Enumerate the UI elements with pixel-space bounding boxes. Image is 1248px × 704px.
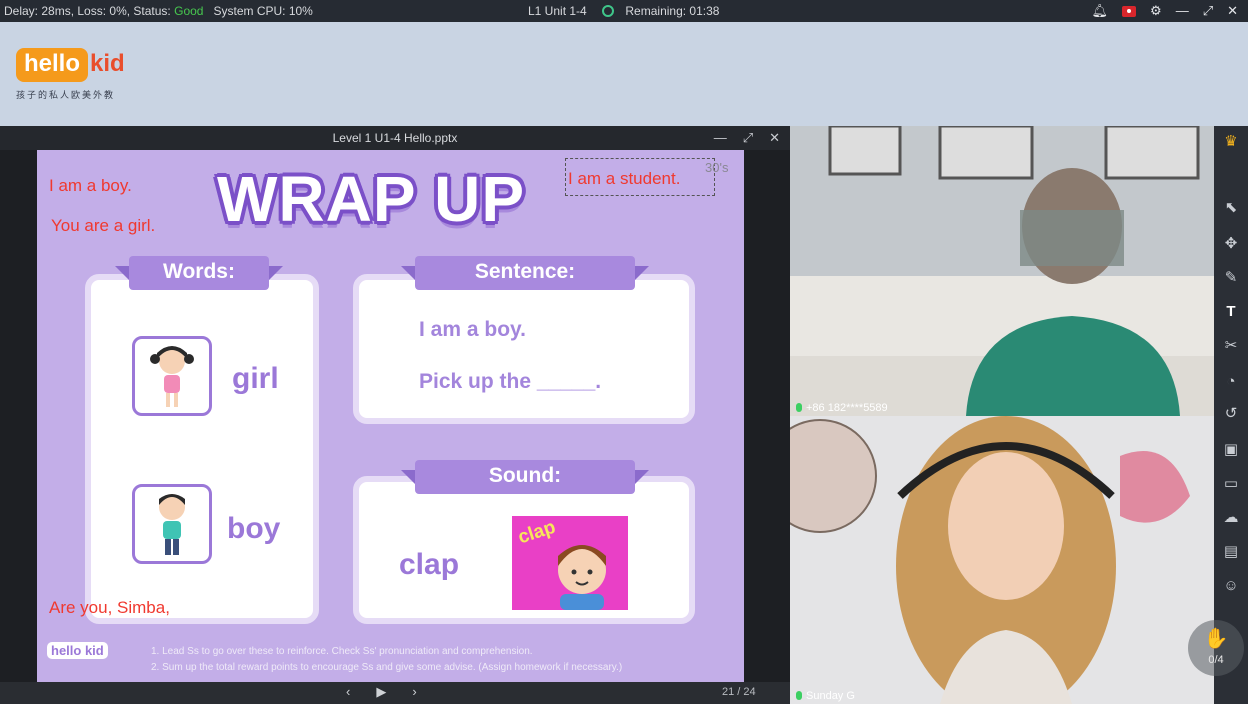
word-boy: boy (227, 512, 281, 545)
annotation-i-am-a-boy[interactable]: I am a boy. (49, 176, 132, 196)
remaining-time: Remaining: 01:38 (625, 4, 720, 18)
slide-file-title: Level 1 U1-4 Hello.pptx (332, 131, 458, 145)
slide-navigation: ‹ ▶ › 21 / 24 (0, 682, 790, 704)
status-label: Status: (133, 4, 171, 18)
lesson-info: L1 Unit 1-4 Remaining: 01:38 (528, 4, 719, 18)
minimize-icon[interactable]: — (1176, 2, 1189, 20)
logo-hello: hello (16, 48, 89, 82)
sentence-header: Sentence: (401, 256, 649, 290)
status-value: Good (174, 4, 204, 18)
raise-hand-button[interactable]: ✋ 0/4 (1188, 620, 1244, 676)
delay-text: Delay: 28ms (4, 4, 71, 18)
move-icon[interactable]: ✥ (1219, 232, 1243, 256)
sentence-1: I am a boy. (419, 318, 526, 341)
hellokid-logo: hello kid 孩子的私人欧美外教 (16, 48, 125, 101)
lesson-name: L1 Unit 1-4 (528, 4, 587, 18)
scissors-icon[interactable]: ✂ (1219, 334, 1243, 358)
teacher-video-feed (790, 416, 1214, 704)
hand-count: 0/4 (1208, 654, 1224, 666)
hand-icon: ✋ (1203, 628, 1229, 650)
teacher-name-label: Sunday G (796, 690, 855, 702)
mic-icon (796, 403, 802, 412)
word-girl: girl (232, 362, 279, 395)
fullscreen-icon[interactable]: ⤢ (1203, 2, 1213, 20)
slide-close-icon[interactable]: ✕ (769, 126, 780, 150)
undo-icon[interactable]: ↺ (1219, 402, 1243, 426)
crown-icon[interactable]: ♛ (1219, 130, 1243, 154)
annotation-text-box[interactable]: I am a student. (565, 158, 715, 196)
teacher-note-1: 1. Lead Ss to go over these to reinforce… (151, 646, 533, 657)
slide-titlebar: Level 1 U1-4 Hello.pptx — ⤢ ✕ (0, 126, 790, 150)
text-icon[interactable]: T (1219, 300, 1243, 324)
teacher-name: Sunday G (806, 690, 855, 702)
loss-text: Loss: 0% (77, 4, 127, 18)
sentence-card (353, 274, 695, 424)
words-card (85, 274, 319, 624)
gear-icon[interactable]: ⚙ (1150, 2, 1162, 20)
boy-image (132, 484, 212, 564)
play-icon[interactable]: ▶ (376, 684, 386, 700)
pen-icon[interactable]: ✎ (1219, 266, 1243, 290)
slide-window: Level 1 U1-4 Hello.pptx — ⤢ ✕ I am a boy… (0, 126, 790, 704)
teacher-note-2: 2. Sum up the total reward points to enc… (151, 662, 623, 673)
slide-timer: 30's (705, 160, 729, 175)
girl-figure (150, 346, 194, 407)
sentence-2: Pick up the _____. (419, 370, 602, 393)
student-name: +86 182****5589 (806, 402, 888, 414)
slide-canvas[interactable]: I am a boy. You are a girl. WRAP UP I am… (37, 150, 744, 682)
student-video[interactable]: +86 182****5589 (790, 126, 1214, 416)
words-header: Words: (115, 256, 283, 290)
cloud-icon[interactable]: ☁ (1219, 506, 1243, 530)
boy-figure (159, 494, 185, 555)
logo-tagline: 孩子的私人欧美外教 (16, 90, 116, 100)
slide-minimize-icon[interactable]: — (714, 126, 727, 150)
slide-expand-icon[interactable]: ⤢ (743, 126, 753, 150)
clap-image: clap (512, 516, 628, 610)
briefcase-icon[interactable]: ▤ (1219, 540, 1243, 564)
bucket-icon[interactable]: ◔ (1219, 370, 1243, 394)
sound-header: Sound: (401, 460, 649, 494)
close-icon[interactable]: ✕ (1227, 2, 1238, 20)
users-icon[interactable]: ☺ (1219, 574, 1243, 598)
bell-icon[interactable]: 🔔︎ (1092, 2, 1109, 20)
app-header: hello kid 孩子的私人欧美外教 (0, 22, 1248, 126)
network-status: Delay: 28ms, Loss: 0%, Status: Good Syst… (4, 4, 313, 18)
image-icon[interactable]: ▣ (1219, 438, 1243, 462)
annotation-you-are-a-girl[interactable]: You are a girl. (51, 216, 155, 236)
prev-slide-icon[interactable]: ‹ (346, 684, 350, 700)
teacher-mic-icon (796, 691, 802, 700)
record-icon[interactable] (1122, 5, 1137, 17)
annotation-i-am-a-student[interactable]: I am a student. (568, 169, 680, 189)
window-controls: 🔔︎ ⚙ — ⤢ ✕ (1092, 2, 1238, 20)
pointer-icon[interactable]: ⬉ (1219, 196, 1243, 220)
teacher-notes: hello kid 1. Lead Ss to go over these to… (37, 636, 744, 682)
cpu-text: System CPU: 10% (213, 4, 313, 18)
status-bar: Delay: 28ms, Loss: 0%, Status: Good Syst… (0, 0, 1248, 22)
student-name-label: +86 182****5589 (796, 402, 888, 414)
clock-icon (602, 5, 615, 17)
girl-image (132, 336, 212, 416)
chat-icon[interactable]: ▭ (1219, 472, 1243, 496)
footer-logo: hello kid (47, 642, 108, 659)
drawing-toolbar: ♛ ⬉ ✥ ✎ T ✂ ◔ ↺ ▣ ▭ ☁ ▤ ☺ (1214, 126, 1248, 704)
student-video-feed (790, 126, 1214, 416)
sound-word-clap: clap (399, 548, 460, 581)
next-slide-icon[interactable]: › (412, 684, 416, 700)
teacher-video[interactable]: Sunday G (790, 416, 1214, 704)
annotation-are-you-simba[interactable]: Are you, Simba, (49, 598, 170, 618)
slide-title: WRAP UP (217, 163, 526, 235)
slide-counter: 21 / 24 (722, 686, 756, 698)
logo-kid: kid (90, 50, 125, 77)
